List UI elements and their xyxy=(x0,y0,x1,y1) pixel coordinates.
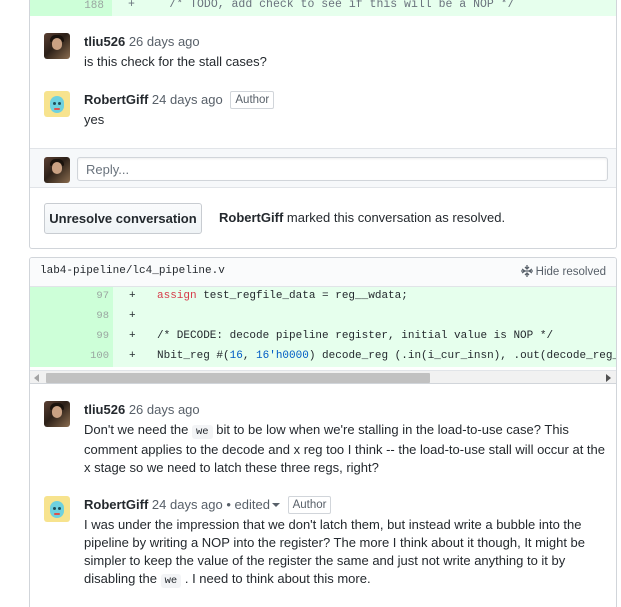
code-number: 16 xyxy=(229,350,243,362)
code-text: Nbit_reg #( xyxy=(157,350,230,362)
diff-code: + /* TODO, add check to see if this will… xyxy=(128,0,514,11)
avatar xyxy=(44,157,70,183)
resolved-text: marked this conversation as resolved. xyxy=(286,210,506,225)
code-text: ) decode_reg (.in(i_cur_insn), .out(deco… xyxy=(308,350,616,362)
comment-text: Don't we need the xyxy=(84,422,192,437)
diff-line: 100 + Nbit_reg #(16, 16'h0000) decode_re… xyxy=(30,347,616,367)
diff-lines: 97 + assign test_regfile_data = reg__wda… xyxy=(30,287,616,367)
horizontal-scrollbar[interactable] xyxy=(30,370,616,383)
line-number-cell[interactable]: 98 xyxy=(30,307,113,327)
line-number-cell[interactable]: 100 xyxy=(30,347,113,367)
scroll-left-icon[interactable] xyxy=(34,374,39,382)
resolved-by-author[interactable]: RobertGiff xyxy=(219,210,283,225)
edited-dropdown[interactable]: • edited xyxy=(226,497,280,512)
diff-code: Nbit_reg #(16, 16'h0000) decode_reg (.in… xyxy=(157,350,616,362)
diff-marker: + xyxy=(129,310,136,322)
comment-header: RobertGiff 24 days ago Author xyxy=(84,91,275,109)
line-number: 97 xyxy=(96,290,109,302)
fold-icon xyxy=(520,265,533,277)
review-thread: tliu526 26 days ago Don't we need the we… xyxy=(29,384,617,607)
author-badge: Author xyxy=(230,91,275,109)
comment-body: yes xyxy=(84,112,105,127)
comment-header: RobertGiff 24 days ago • edited Author xyxy=(84,496,332,514)
avatar[interactable] xyxy=(44,401,70,427)
resolved-status: RobertGiff marked this conversation as r… xyxy=(219,209,505,227)
comment-body: is this check for the stall cases? xyxy=(84,54,267,69)
avatar[interactable] xyxy=(44,91,70,117)
code-comment: /* TODO, add check to see if this will b… xyxy=(169,0,515,11)
edited-label: • edited xyxy=(226,497,270,512)
comment-author[interactable]: tliu526 xyxy=(84,402,125,417)
code-number: 16'h0000 xyxy=(256,350,309,362)
diff-marker: + xyxy=(129,290,136,302)
chevron-down-icon xyxy=(271,503,280,507)
diff-line-188: 188 + /* TODO, add check to see if this … xyxy=(29,0,617,16)
scrollbar-thumb[interactable] xyxy=(46,373,430,383)
code-text: , xyxy=(242,350,257,362)
comment-header: tliu526 26 days ago xyxy=(84,401,200,419)
diff-line: 98 + xyxy=(30,307,616,327)
line-number: 188 xyxy=(84,0,104,12)
unresolve-conversation-button[interactable]: Unresolve conversation xyxy=(44,203,202,234)
comment-header: tliu526 26 days ago xyxy=(84,33,200,51)
code-text: test_regfile_data = reg__wdata; xyxy=(196,290,408,302)
line-number: 98 xyxy=(96,310,109,322)
line-number-cell[interactable]: 97 xyxy=(30,287,113,307)
code-keyword: assign xyxy=(157,290,197,302)
comment-timestamp[interactable]: 26 days ago xyxy=(129,402,200,417)
diff-line: 99 + /* DECODE: decode pipeline register… xyxy=(30,327,616,347)
diff-marker: + xyxy=(129,330,136,342)
inline-code: we xyxy=(192,425,213,439)
comment-author[interactable]: RobertGiff xyxy=(84,497,148,512)
comment-timestamp[interactable]: 24 days ago xyxy=(152,92,223,107)
hide-resolved-button[interactable]: Hide resolved xyxy=(520,264,606,280)
comment-body: Don't we need the we bit to be low when … xyxy=(84,421,609,477)
file-diff: lab4-pipeline/lc4_pipeline.v Hide resolv… xyxy=(29,257,617,384)
comment-text: . I need to think about this more. xyxy=(181,571,371,586)
line-number: 99 xyxy=(96,330,109,342)
avatar[interactable] xyxy=(44,33,70,59)
inline-code: we xyxy=(160,574,182,588)
file-header: lab4-pipeline/lc4_pipeline.v Hide resolv… xyxy=(30,258,616,287)
comment-author[interactable]: RobertGiff xyxy=(84,92,148,107)
hide-resolved-label: Hide resolved xyxy=(535,266,606,278)
comment-timestamp[interactable]: 26 days ago xyxy=(129,34,200,49)
diff-marker: + xyxy=(128,0,135,11)
diff-marker: + xyxy=(129,350,136,362)
scroll-right-icon[interactable] xyxy=(606,374,611,382)
line-number: 100 xyxy=(90,350,109,362)
file-path[interactable]: lab4-pipeline/lc4_pipeline.v xyxy=(40,265,225,277)
author-badge: Author xyxy=(287,496,332,514)
line-number-cell[interactable]: 188 xyxy=(30,0,112,16)
reply-input[interactable] xyxy=(77,157,608,181)
avatar[interactable] xyxy=(44,496,70,522)
comment-author[interactable]: tliu526 xyxy=(84,34,125,49)
code-comment: /* DECODE: decode pipeline register, ini… xyxy=(157,330,554,342)
diff-line: 97 + assign test_regfile_data = reg__wda… xyxy=(30,287,616,307)
review-thread-resolved: tliu526 26 days ago is this check for th… xyxy=(29,16,617,249)
reply-row xyxy=(30,148,616,188)
diff-code: assign test_regfile_data = reg__wdata; xyxy=(157,290,408,302)
comment-timestamp[interactable]: 24 days ago xyxy=(152,497,223,512)
comment-body: I was under the impression that we don't… xyxy=(84,516,609,590)
line-number-cell[interactable]: 99 xyxy=(30,327,113,347)
